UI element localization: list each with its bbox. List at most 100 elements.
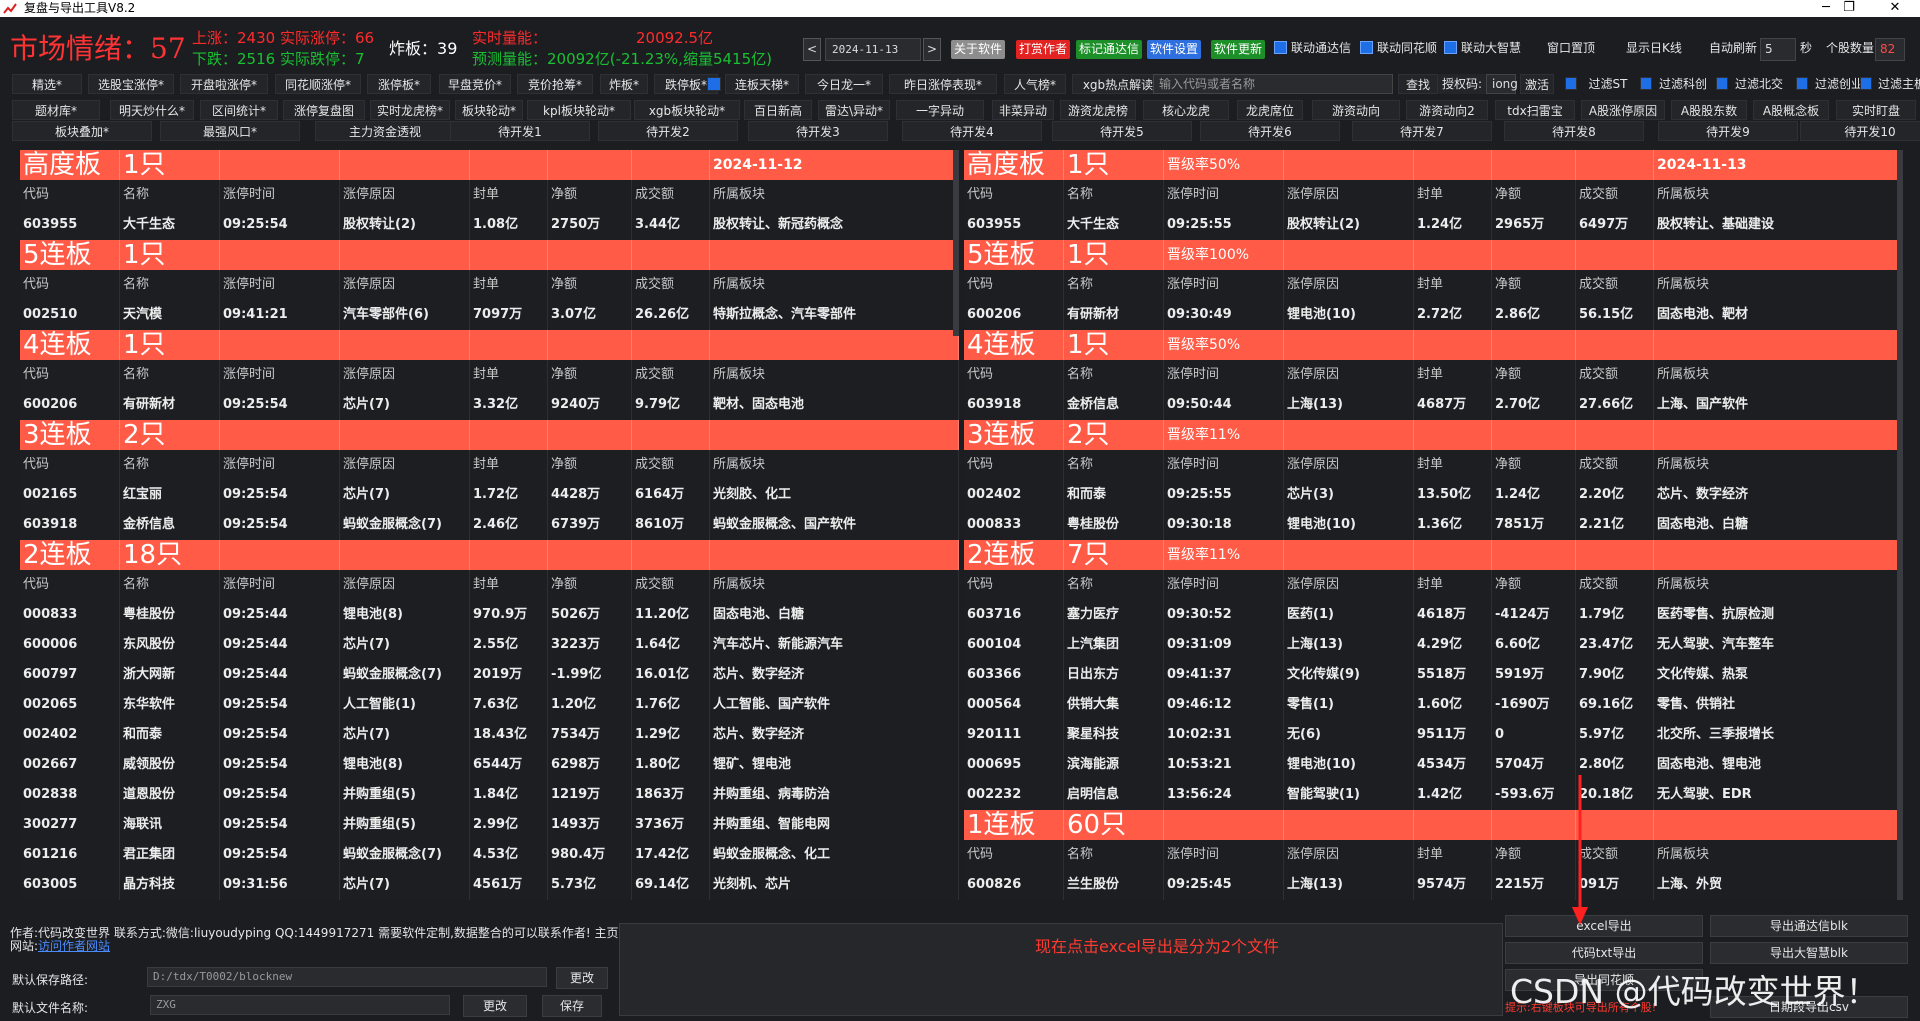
- tabs_row2-tab-2[interactable]: 区间统计*: [200, 100, 278, 120]
- column-header[interactable]: 代码: [964, 270, 1064, 300]
- column-header[interactable]: 涨停时间: [1164, 360, 1284, 390]
- filter-checkbox-1[interactable]: [1640, 77, 1652, 90]
- column-header[interactable]: 代码: [964, 360, 1064, 390]
- tabs_row2-tab-16[interactable]: 游资动向2: [1406, 100, 1488, 120]
- tabs_row2-tab-6[interactable]: kpl板块轮动*: [527, 100, 631, 120]
- ladder-header-4[interactable]: 2连板 18只: [20, 540, 959, 570]
- column-header[interactable]: 所属板块: [710, 180, 959, 210]
- tabs_row3-tab-4[interactable]: 待开发2: [598, 121, 738, 141]
- column-header[interactable]: 代码: [20, 570, 120, 600]
- tabs_row3-tab-3[interactable]: 待开发1: [450, 121, 590, 141]
- column-header[interactable]: 代码: [964, 570, 1064, 600]
- close-button[interactable]: ✕: [1872, 0, 1918, 17]
- column-header[interactable]: 封单: [1414, 270, 1492, 300]
- table-row[interactable]: 600104 上汽集团 09:31:09 上海(13) 4.29亿 6.60亿 23.47亿…: [964, 630, 1903, 660]
- column-header[interactable]: 成交额: [1576, 450, 1654, 480]
- table-row[interactable]: 600006 东风股份 09:25:44 芯片(7) 2.55亿 3223万 1.64亿 汽车…: [20, 630, 959, 660]
- date-picker[interactable]: 2024-11-13: [825, 38, 921, 61]
- save-path-input[interactable]: D:/tdx/T0002/blocknew: [147, 967, 547, 987]
- column-header[interactable]: 涨停原因: [340, 570, 470, 600]
- column-header[interactable]: 封单: [470, 270, 548, 300]
- column-header[interactable]: 涨停时间: [1164, 570, 1284, 600]
- tabs_row2-tab-8[interactable]: 百日新高: [744, 100, 812, 120]
- tabs_row1-tab-11[interactable]: 昨日涨停表现*: [889, 74, 997, 94]
- table-row[interactable]: 603366 日出东方 09:41:37 文化传媒(9) 5518万 5919万 7.90亿…: [964, 660, 1903, 690]
- column-header[interactable]: 涨停原因: [340, 450, 470, 480]
- column-header[interactable]: 净额: [548, 180, 632, 210]
- column-header[interactable]: 净额: [1492, 570, 1576, 600]
- table-row[interactable]: 002667 威领股份 09:25:54 锂电池(8) 6544万 6298万 1.80亿锂…: [20, 750, 959, 780]
- column-header[interactable]: 成交额: [1576, 270, 1654, 300]
- tabs_row1-tab-0[interactable]: 精选*: [12, 74, 82, 94]
- auth-code-input[interactable]: iong: [1486, 74, 1518, 94]
- column-header[interactable]: 净额: [1492, 360, 1576, 390]
- tabs_row3-tab-12[interactable]: 待开发10: [1800, 121, 1920, 141]
- table-row[interactable]: 603955 大千生态 09:25:54 股权转让(2) 1.08亿 2750万 3.44亿…: [20, 210, 959, 240]
- table-row[interactable]: 000833 粤桂股份 09:30:18 锂电池(10) 1.36亿 7851万 2.21亿…: [964, 510, 1903, 540]
- column-header[interactable]: 代码: [20, 270, 120, 300]
- column-header[interactable]: 代码: [20, 360, 120, 390]
- tabs_row2-tab-5[interactable]: 板块轮动*: [455, 100, 523, 120]
- column-header[interactable]: 净额: [548, 270, 632, 300]
- tabs_row2-tab-9[interactable]: 雷达\异动*: [818, 100, 890, 120]
- search-button[interactable]: 查找: [1398, 74, 1438, 94]
- next-date-button[interactable]: >: [923, 38, 941, 61]
- column-header[interactable]: 涨停原因: [1284, 270, 1414, 300]
- column-header[interactable]: 净额: [548, 570, 632, 600]
- column-header[interactable]: 成交额: [632, 570, 710, 600]
- column-header[interactable]: 涨停时间: [220, 570, 340, 600]
- filter-checkbox-4[interactable]: [1860, 77, 1872, 90]
- tabs_row3-tab-6[interactable]: 待开发4: [902, 121, 1042, 141]
- filter-checkbox-0[interactable]: [1565, 77, 1577, 90]
- column-header[interactable]: 所属板块: [1654, 570, 1903, 600]
- tabs_row2-tab-7[interactable]: xgb板块轮动*: [634, 100, 740, 120]
- column-header[interactable]: 封单: [470, 570, 548, 600]
- tabs_row3-tab-9[interactable]: 待开发7: [1352, 121, 1492, 141]
- table-row[interactable]: 603918 金桥信息 09:25:54 蚂蚁金服概念(7) 2.46亿 6739万 861…: [20, 510, 959, 540]
- column-header[interactable]: 涨停时间: [1164, 270, 1284, 300]
- tabs_row3-tab-5[interactable]: 待开发3: [748, 121, 888, 141]
- prev-date-button[interactable]: <: [803, 38, 821, 61]
- column-header[interactable]: 封单: [1414, 840, 1492, 870]
- ladder-header-4[interactable]: 2连板 7只 晋级率11%: [964, 540, 1903, 570]
- column-header[interactable]: 所属板块: [710, 450, 959, 480]
- link-ths-checkbox[interactable]: [1360, 41, 1373, 54]
- tabs_row2-tab-11[interactable]: 非菜异动: [992, 100, 1054, 120]
- ladder-header-0[interactable]: 高度板 1只 2024-11-12: [20, 150, 959, 180]
- tabs_row1-tab-9[interactable]: 连板天梯*: [725, 74, 799, 94]
- column-header[interactable]: 净额: [1492, 180, 1576, 210]
- column-header[interactable]: 名称: [1064, 840, 1164, 870]
- pin-window-toggle[interactable]: 窗口置顶: [1547, 37, 1595, 60]
- ladder-header-2[interactable]: 4连板 1只: [20, 330, 959, 360]
- tabs_row1-tab-1[interactable]: 选股宝涨停*: [88, 74, 174, 94]
- dzh-blk-export-button[interactable]: 导出大智慧blk: [1710, 942, 1908, 964]
- column-header[interactable]: 成交额: [632, 180, 710, 210]
- table-row[interactable]: 000695 滨海能源 10:53:21 锂电池(10) 4534万 5704万 2.80亿…: [964, 750, 1903, 780]
- column-header[interactable]: 净额: [1492, 450, 1576, 480]
- column-header[interactable]: 涨停时间: [1164, 450, 1284, 480]
- tabs_row2-tab-12[interactable]: 游资龙虎榜: [1060, 100, 1136, 120]
- tabs_row1-tab-2[interactable]: 开盘啦涨停*: [180, 74, 268, 94]
- column-header[interactable]: 名称: [120, 450, 220, 480]
- filter-checkbox-3[interactable]: [1796, 77, 1808, 90]
- column-header[interactable]: 涨停时间: [220, 180, 340, 210]
- maximize-button[interactable]: ❐: [1826, 0, 1872, 17]
- column-header[interactable]: 代码: [964, 840, 1064, 870]
- column-header[interactable]: 所属板块: [710, 270, 959, 300]
- tabs_row2-tab-14[interactable]: 龙虎席位: [1237, 100, 1303, 120]
- tabs_row2-tab-10[interactable]: 一字异动: [896, 100, 984, 120]
- column-header[interactable]: 涨停原因: [340, 180, 470, 210]
- column-header[interactable]: 涨停原因: [1284, 450, 1414, 480]
- table-row[interactable]: 002402 和而泰 09:25:55 芯片(3) 13.50亿 1.24亿 2.20亿 芯片…: [964, 480, 1903, 510]
- tabs_row2-tab-18[interactable]: A股涨停原因: [1581, 100, 1665, 120]
- tabs_row1-tab-12[interactable]: 人气榜*: [1004, 74, 1066, 94]
- refresh-interval-input[interactable]: 5: [1760, 38, 1796, 61]
- table-row[interactable]: 600206 有研新材 09:30:49 锂电池(10) 2.72亿 2.86亿 56.15…: [964, 300, 1903, 330]
- link-tdx-checkbox[interactable]: [1274, 41, 1287, 54]
- search-input[interactable]: 输入代码或者名称: [1153, 74, 1393, 94]
- tabs_row3-tab-7[interactable]: 待开发5: [1052, 121, 1192, 141]
- vertical-scrollbar[interactable]: [953, 150, 959, 336]
- change-file-button[interactable]: 更改: [463, 995, 527, 1017]
- table-row[interactable]: 600206 有研新材 09:25:54 芯片(7) 3.32亿 9240万 9.79亿 靶材…: [20, 390, 959, 420]
- link-dzh-checkbox[interactable]: [1444, 41, 1457, 54]
